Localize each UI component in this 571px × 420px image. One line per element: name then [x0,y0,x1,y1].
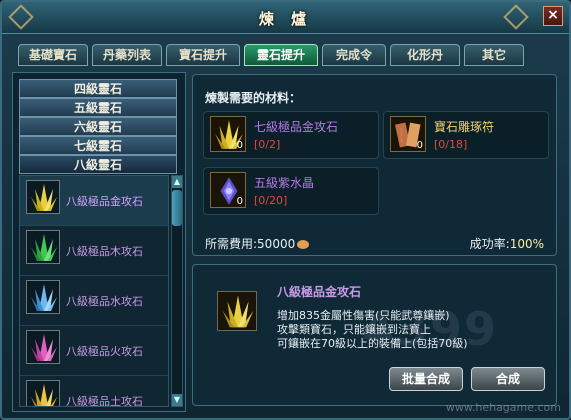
tab-gem-upgrade[interactable]: 寶石提升 [166,44,240,66]
gold-crystal-icon [217,291,257,331]
scroll-talisman-icon: 0 [390,116,426,152]
success-rate-line: 成功率:100% [470,235,544,252]
materials-panel: 煉製需要的材料： 0 七級極品金攻石 [0/2] 0 寶石雕琢符 [0/18] … [192,74,557,256]
material-slot[interactable]: 0 七級極品金攻石 [0/2] [203,111,379,159]
material-slot[interactable]: 0 寶石雕琢符 [0/18] [383,111,549,159]
furnace-window: 煉 爐 × 基礎寶石 丹藥列表 寶石提升 靈石提升 完成令 化形丹 其它 四級靈… [0,0,571,420]
success-rate-label: 成功率: [469,237,510,251]
scroll-up-icon[interactable]: ▲ [172,176,182,188]
tab-spirit-stone-upgrade[interactable]: 靈石提升 [244,44,318,66]
list-item[interactable]: 八級極品金攻石 [20,176,168,226]
material-name: 五級紫水晶 [254,176,315,190]
grade-6-spirit-stone[interactable]: 六級靈石 [19,117,177,136]
grade-5-spirit-stone[interactable]: 五級靈石 [19,98,177,117]
material-count: 0 [416,140,423,151]
grade-4-spirit-stone[interactable]: 四級靈石 [19,79,177,98]
tab-pill-list[interactable]: 丹藥列表 [92,44,162,66]
material-count: 0 [236,196,243,207]
blue-crystal-icon [26,280,60,314]
material-quantity: [0/2] [254,138,281,151]
success-rate-value: 100% [509,237,544,251]
green-crystal-icon [26,230,60,264]
item-label: 八級極品土攻石 [66,395,143,407]
material-quantity: [0/18] [434,138,468,151]
list-item[interactable]: 八級極品火攻石 [20,326,168,376]
tab-other[interactable]: 其它 [464,44,524,66]
item-label: 八級極品火攻石 [66,345,143,358]
materials-header: 煉製需要的材料： [205,91,302,105]
grade-8-spirit-stone[interactable]: 八級靈石 [19,155,177,174]
scroll-thumb[interactable] [172,190,182,226]
grade-7-spirit-stone[interactable]: 七級靈石 [19,136,177,155]
cost-line: 所需費用:50000 [205,235,310,252]
tab-basic-gems[interactable]: 基礎寶石 [18,44,88,66]
tab-transform-pill[interactable]: 化形丹 [390,44,460,66]
gold-crystal-icon [26,180,60,214]
cost-label: 所需費用: [205,237,258,251]
item-label: 八級極品木攻石 [66,245,143,258]
yellow-crystal-icon [26,380,60,406]
gold-crystal-icon: 0 [210,116,246,152]
recipe-list-panel: 四級靈石 五級靈石 六級靈石 七級靈石 八級靈石 八級極品金攻石 八級極品木攻石 [12,72,186,412]
material-name: 寶石雕琢符 [434,120,495,134]
title-bar: 煉 爐 × [2,2,569,34]
window-title: 煉 爐 [258,10,313,28]
list-item[interactable]: 八級極品木攻石 [20,226,168,276]
item-label: 八級極品金攻石 [66,195,143,208]
batch-combine-button[interactable]: 批量合成 [389,367,463,391]
cost-value: 50000 [257,237,296,251]
item-list: 八級極品金攻石 八級極品木攻石 八級極品水攻石 八級極品火攻石 八級極品土攻石 [19,175,169,407]
list-item[interactable]: 八級極品水攻石 [20,276,168,326]
item-label: 八級極品水攻石 [66,295,143,308]
item-list-scrollbar[interactable]: ▲ ▼ [171,175,183,407]
close-button[interactable]: × [543,6,563,26]
tab-completion-order[interactable]: 完成令 [322,44,386,66]
purple-crystal-icon: 0 [210,172,246,208]
site-url-watermark: www.hehagame.com [445,401,561,414]
pink-crystal-icon [26,330,60,364]
combine-button[interactable]: 合成 [471,367,545,391]
detail-item-name: 八級極品金攻石 [277,285,362,299]
coin-icon [297,240,310,249]
list-item[interactable]: 八級極品土攻石 [20,376,168,407]
site-logo-watermark: 4399 [362,302,499,356]
material-slot[interactable]: 0 五級紫水晶 [0/20] [203,167,379,215]
material-quantity: [0/20] [254,194,288,207]
scroll-down-icon[interactable]: ▼ [172,394,182,406]
material-count: 0 [236,140,243,151]
material-name: 七級極品金攻石 [254,120,339,134]
